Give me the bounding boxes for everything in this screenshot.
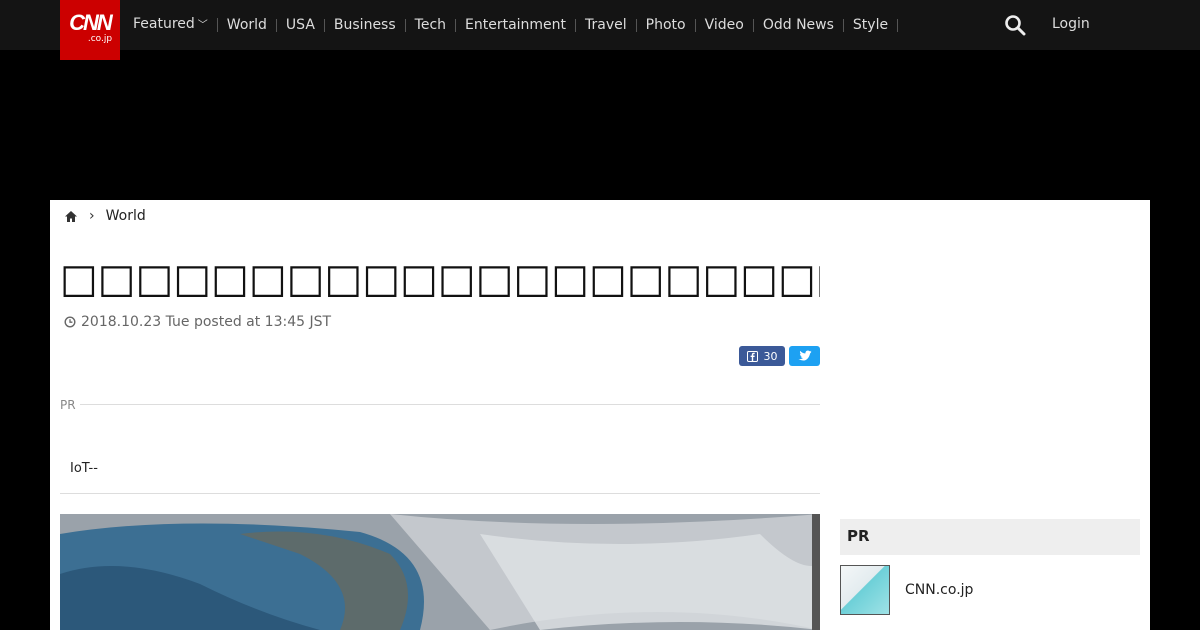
facebook-share-button[interactable]: 30 [739, 346, 785, 366]
facebook-share-count: 30 [763, 349, 778, 363]
login-link[interactable]: Login [1052, 16, 1090, 32]
home-icon[interactable] [64, 210, 78, 223]
twitter-icon [798, 350, 811, 361]
nav-item-photo[interactable]: Photo [637, 18, 696, 32]
pr-bottom-divider [60, 493, 820, 494]
twitter-share-button[interactable] [789, 346, 820, 366]
top-nav-bar: CNN .co.jp Featured ﹀ World USA Business … [0, 0, 1200, 60]
cnn-logo[interactable]: CNN .co.jp [60, 0, 120, 60]
sidebar-pr-header: PR [840, 519, 1140, 555]
pr-label: PR [60, 398, 76, 412]
search-icon[interactable] [1004, 14, 1026, 36]
clock-icon [64, 316, 76, 328]
logo-brand: CNN [69, 10, 113, 35]
pr-link[interactable]: IoT-- [70, 461, 98, 476]
nav-item-featured[interactable]: Featured ﹀ [124, 16, 218, 32]
main-nav: Featured ﹀ World USA Business Tech Entert… [124, 0, 899, 50]
nav-item-odd-news[interactable]: Odd News [754, 18, 844, 32]
article-title: □□□□□□□□□□□□□□□□□□□□□□□□□□□□□□□□ [60, 256, 820, 302]
nav-item-tech[interactable]: Tech [406, 18, 457, 32]
chevron-down-icon: ﹀ [197, 20, 208, 31]
article-dateline: 2018.10.23 Tue posted at 13:45 JST [64, 314, 331, 330]
logo-domain: .co.jp [87, 34, 113, 44]
nav-item-business[interactable]: Business [325, 18, 406, 32]
nav-item-entertainment[interactable]: Entertainment [456, 18, 577, 32]
nav-item-style[interactable]: Style [844, 18, 899, 32]
breadcrumb-section-world[interactable]: World [106, 208, 146, 224]
facebook-icon [746, 350, 758, 362]
nav-item-travel[interactable]: Travel [576, 18, 637, 32]
breadcrumb: › World [64, 208, 146, 224]
sidebar-pr-item[interactable]: CNN.co.jp [840, 565, 1140, 615]
article-image [60, 514, 820, 630]
article-container: › World □□□□□□□□□□□□□□□□□□□□□□□□□□□□□□□□… [50, 200, 1150, 630]
pr-divider [80, 404, 820, 405]
pr-thumbnail-image [840, 565, 890, 615]
nav-item-world[interactable]: World [218, 18, 277, 32]
dateline-text: 2018.10.23 Tue posted at 13:45 JST [81, 314, 332, 330]
nav-label: Featured [133, 16, 195, 32]
satellite-earth-illustration [60, 514, 820, 630]
breadcrumb-separator: › [89, 208, 95, 224]
sidebar-pr-item-label: CNN.co.jp [905, 582, 974, 598]
nav-item-usa[interactable]: USA [277, 18, 325, 32]
nav-item-video[interactable]: Video [696, 18, 754, 32]
